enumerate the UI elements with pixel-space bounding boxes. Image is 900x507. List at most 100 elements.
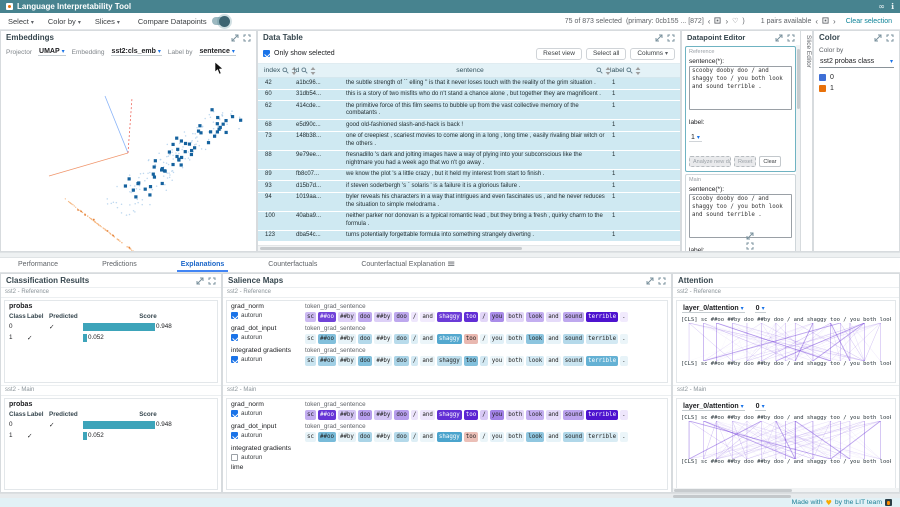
- datapoint-unselected-positive[interactable]: [197, 140, 199, 142]
- datapoint-selected-points[interactable]: [175, 137, 178, 140]
- datapoint-unselected-negative[interactable]: [99, 225, 100, 226]
- datapoint-selected-points[interactable]: [161, 167, 164, 170]
- layer-select[interactable]: layer_0/attention▾: [682, 305, 745, 313]
- datapoint-unselected-positive[interactable]: [175, 152, 177, 154]
- datapoint-unselected-positive[interactable]: [143, 173, 145, 175]
- button-columns[interactable]: Columns▾: [630, 48, 675, 60]
- datapoint-selected-points[interactable]: [184, 142, 187, 145]
- prev-datapoint-button[interactable]: ‹: [708, 17, 711, 26]
- datapoint-unselected-positive[interactable]: [163, 175, 165, 177]
- clear-selection-link[interactable]: Clear selection: [846, 18, 892, 25]
- datapoint-unselected-positive[interactable]: [213, 121, 215, 123]
- datapoint-unselected-positive[interactable]: [158, 152, 160, 154]
- minimize-module-icon[interactable]: [775, 34, 783, 42]
- datapoint-negative-dark[interactable]: [93, 219, 95, 221]
- datapoint-unselected-negative[interactable]: [98, 225, 99, 226]
- datapoint-unselected-positive[interactable]: [181, 149, 183, 151]
- slice-editor-collapsed-tab[interactable]: Slice Editor: [801, 30, 813, 252]
- datapoint-unselected-positive[interactable]: [156, 185, 158, 187]
- datapoint-selected-points[interactable]: [153, 175, 156, 178]
- menu-select[interactable]: Select▾: [8, 17, 34, 26]
- datapoint-selected-points[interactable]: [190, 153, 193, 156]
- datapoint-negative-dark[interactable]: [112, 235, 114, 237]
- head-select[interactable]: 0▾: [755, 403, 766, 411]
- maximize-module-icon[interactable]: [667, 34, 675, 42]
- fullscreen-icon[interactable]: [746, 242, 754, 250]
- datapoint-unselected-positive[interactable]: [164, 184, 166, 186]
- datapoint-unselected-positive[interactable]: [129, 204, 131, 206]
- datapoint-unselected-positive[interactable]: [134, 185, 136, 187]
- datapoint-unselected-negative[interactable]: [65, 198, 66, 199]
- datapoint-selected-points[interactable]: [171, 143, 174, 146]
- table-row[interactable]: 889e79ee...fresnadillo 's dark and jolti…: [258, 151, 680, 170]
- info-icon[interactable]: ℹ: [891, 2, 894, 11]
- datapoint-unselected-positive[interactable]: [166, 162, 168, 164]
- datapoint-unselected-positive[interactable]: [226, 124, 228, 126]
- datapoint-unselected-positive[interactable]: [184, 158, 186, 160]
- embedding-projector[interactable]: [1, 60, 256, 251]
- datapoint-unselected-positive[interactable]: [129, 214, 131, 216]
- select-projector[interactable]: UMAP▾: [38, 48, 66, 56]
- datapoint-selected-points[interactable]: [134, 195, 137, 198]
- favorite-icon[interactable]: ♡: [732, 17, 738, 25]
- datapoint-unselected-positive[interactable]: [204, 118, 206, 120]
- color-by-select[interactable]: sst2 probas class ▾: [819, 56, 894, 68]
- datapoint-unselected-negative[interactable]: [131, 250, 132, 251]
- datapoint-unselected-positive[interactable]: [192, 133, 194, 135]
- datapoint-unselected-positive[interactable]: [195, 137, 197, 139]
- datapoint-unselected-positive[interactable]: [144, 180, 146, 182]
- datapoint-unselected-positive[interactable]: [171, 151, 173, 153]
- datapoint-unselected-positive[interactable]: [196, 136, 198, 138]
- datapoint-unselected-negative[interactable]: [101, 226, 102, 227]
- datapoint-unselected-positive[interactable]: [111, 203, 113, 205]
- menu-icon[interactable]: ≡: [447, 259, 455, 270]
- datapoint-unselected-positive[interactable]: [168, 155, 170, 157]
- datapoint-selected-points[interactable]: [153, 165, 156, 168]
- datapoint-unselected-positive[interactable]: [169, 154, 171, 156]
- datapoint-unselected-positive[interactable]: [139, 189, 141, 191]
- datapoint-unselected-positive[interactable]: [134, 211, 136, 213]
- datapoint-selected-points[interactable]: [216, 130, 219, 133]
- autorun-checkbox[interactable]: [231, 454, 238, 461]
- datapoint-selected-points[interactable]: [171, 163, 174, 166]
- datapoint-unselected-positive[interactable]: [149, 204, 151, 206]
- datapoint-unselected-negative[interactable]: [69, 202, 70, 203]
- datapoint-unselected-negative[interactable]: [126, 246, 127, 247]
- table-row[interactable]: 10040aba9...neither parker nor donovan i…: [258, 212, 680, 231]
- minimize-module-icon[interactable]: [196, 277, 204, 285]
- datapoint-unselected-positive[interactable]: [182, 146, 184, 148]
- datapoint-unselected-positive[interactable]: [134, 203, 136, 205]
- tab-predictions[interactable]: Predictions: [98, 259, 141, 272]
- embedding-scatter-plot[interactable]: [1, 60, 256, 252]
- datapoint-unselected-negative[interactable]: [130, 248, 131, 249]
- maximize-module-icon[interactable]: [208, 277, 216, 285]
- open-in-new-icon[interactable]: [746, 232, 754, 240]
- datapoint-unselected-positive[interactable]: [213, 128, 215, 130]
- datapoint-unselected-negative[interactable]: [121, 242, 122, 243]
- datapoint-unselected-positive[interactable]: [142, 199, 144, 201]
- datapoint-selected-points[interactable]: [197, 129, 200, 132]
- button-reset-view[interactable]: Reset view: [536, 48, 582, 60]
- table-row[interactable]: 68e5d90c...good old-fashioned slash-and-…: [258, 120, 680, 132]
- datapoint-editor-scrollbar[interactable]: [796, 45, 800, 251]
- datapoint-unselected-positive[interactable]: [138, 177, 140, 179]
- sentence-textarea[interactable]: [689, 194, 792, 238]
- sort-icon[interactable]: [635, 67, 641, 75]
- datapoint-selected-points[interactable]: [188, 142, 191, 145]
- maximize-module-icon[interactable]: [886, 34, 894, 42]
- tab-counterfactual-explanation[interactable]: Counterfactual Explanation: [357, 259, 449, 272]
- datapoint-unselected-positive[interactable]: [116, 186, 118, 188]
- datapoint-selected-points[interactable]: [154, 159, 157, 162]
- datapoint-unselected-positive[interactable]: [194, 133, 196, 135]
- datapoint-unselected-positive[interactable]: [222, 112, 224, 114]
- datapoint-unselected-positive[interactable]: [196, 127, 198, 129]
- datapoint-unselected-positive[interactable]: [171, 170, 173, 172]
- datapoint-unselected-positive[interactable]: [172, 158, 174, 160]
- datapoint-unselected-positive[interactable]: [129, 191, 131, 193]
- datapoint-unselected-positive[interactable]: [182, 167, 184, 169]
- datapoint-unselected-negative[interactable]: [105, 229, 106, 230]
- datapoint-unselected-positive[interactable]: [208, 139, 210, 141]
- datapoint-selected-points[interactable]: [190, 149, 193, 152]
- sentence-textarea[interactable]: [689, 66, 792, 110]
- datapoint-unselected-negative[interactable]: [90, 218, 91, 219]
